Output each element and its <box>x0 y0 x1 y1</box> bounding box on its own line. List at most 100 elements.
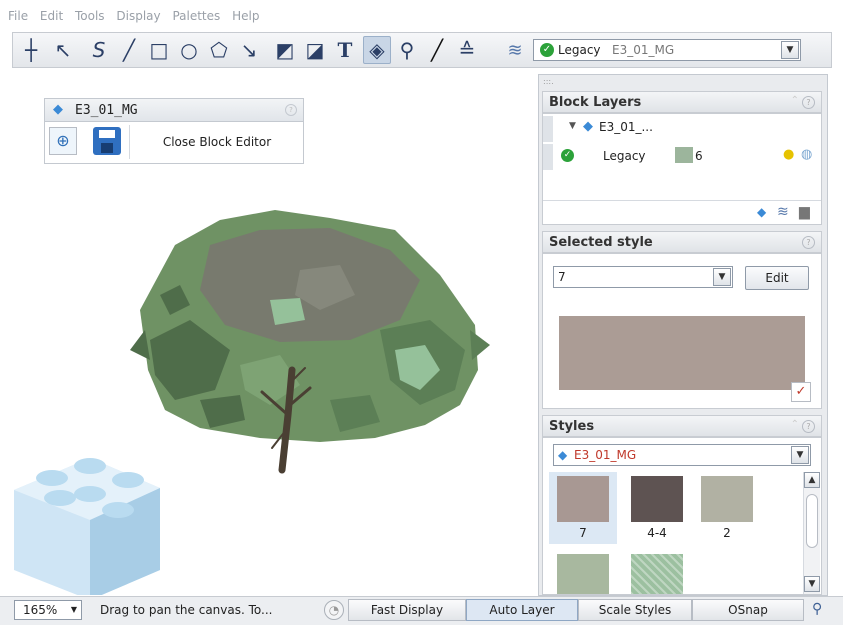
layer-icon[interactable]: ◆ <box>757 205 766 219</box>
crosshair-icon[interactable]: ┼ <box>17 36 45 64</box>
collapse-icon[interactable]: ⌃ <box>791 419 799 430</box>
styles-title: Styles <box>549 419 595 434</box>
brush-icon[interactable]: ╱ <box>423 36 451 64</box>
style-item[interactable]: 4-4 <box>623 472 691 544</box>
menu-edit[interactable]: Edit <box>40 9 63 23</box>
block-layers-footer: ◆ ≋ ▆ <box>543 200 821 225</box>
current-block-label: E3_01_MG <box>612 43 675 57</box>
chevron-down-icon[interactable]: ▼ <box>781 41 799 59</box>
save-icon-shutter <box>101 143 113 153</box>
layer-select[interactable]: ✓ Legacy E3_01_MG <box>533 39 801 61</box>
selected-style-title: Selected style <box>549 235 653 250</box>
ellipse-icon[interactable]: ○ <box>175 36 203 64</box>
fast-display-button[interactable]: Fast Display <box>348 599 466 621</box>
text-icon[interactable]: T <box>331 36 359 64</box>
expand-icon[interactable]: ▼ <box>569 121 576 131</box>
status-bar: 165% ▼ Drag to pan the canvas. To... ◔ F… <box>0 596 843 625</box>
style-item[interactable] <box>549 550 617 594</box>
menu-tools[interactable]: Tools <box>75 9 105 23</box>
tree-canopy <box>130 210 490 442</box>
style-select[interactable]: 7 <box>553 266 733 288</box>
line-icon[interactable]: ╱ <box>115 36 143 64</box>
layers-icon[interactable]: ≋ <box>501 36 529 64</box>
save-icon-label <box>99 130 115 138</box>
chevron-down-icon[interactable]: ▼ <box>791 446 809 464</box>
style-item[interactable] <box>623 550 691 594</box>
row-handle[interactable] <box>543 144 553 170</box>
select-arrow-icon[interactable]: ↖ <box>49 36 77 64</box>
style-library-select[interactable]: ◆ E3_01_MG <box>553 444 811 466</box>
save-icon[interactable] <box>93 127 121 155</box>
scroll-down-icon[interactable]: ▼ <box>804 576 820 592</box>
block-icon: ◆ <box>583 119 593 134</box>
polygon-icon[interactable]: ⬠ <box>205 36 233 64</box>
style-select-value: 7 <box>558 270 566 284</box>
block-tree-name[interactable]: E3_01_... <box>599 120 653 134</box>
chevron-down-icon[interactable]: ▼ <box>713 268 731 286</box>
pen-icon[interactable]: ↘ <box>235 36 263 64</box>
main-toolbar: ┼ ↖ S ╱ □ ○ ⬠ ↘ ◩ ◪ T ◈ ⚲ ╱ ≙ ≋ ✓ Legacy… <box>12 32 832 68</box>
menu-help[interactable]: Help <box>232 9 259 23</box>
style-swatch <box>631 554 683 594</box>
status-hint: Drag to pan the canvas. To... <box>100 603 273 617</box>
style-library-name: E3_01_MG <box>574 448 637 462</box>
set-origin-icon[interactable]: ⊕ <box>49 127 77 155</box>
bezier-curve-icon[interactable]: S <box>85 36 113 64</box>
menu-display[interactable]: Display <box>116 9 160 23</box>
rectangle-icon[interactable]: □ <box>145 36 173 64</box>
style-swatch <box>631 476 683 522</box>
help-icon[interactable]: ? <box>802 420 815 433</box>
style-dropper-icon[interactable]: ◪ <box>301 36 329 64</box>
panel-grip[interactable]: :::. <box>543 77 554 86</box>
style-swatch <box>557 476 609 522</box>
style-swatch <box>701 476 753 522</box>
close-block-editor-button[interactable]: Close Block Editor <box>129 125 304 159</box>
lock-icon[interactable]: ◍ <box>801 147 812 162</box>
trash-icon[interactable]: ▆ <box>799 204 810 220</box>
paint-bucket-icon[interactable]: ◩ <box>271 36 299 64</box>
layer-style-swatch[interactable] <box>675 147 693 163</box>
scroll-thumb[interactable] <box>806 494 818 548</box>
style-item[interactable]: 2 <box>693 472 761 544</box>
style-label: 2 <box>723 526 731 540</box>
style-item[interactable]: 7 <box>549 472 617 544</box>
auto-layer-button[interactable]: Auto Layer <box>466 599 578 621</box>
palettes-panel: :::. Block Layers ⌃ ? ▼ ◆ E3_01_... ✓ Le… <box>538 74 828 596</box>
layer-name[interactable]: Legacy <box>603 149 646 163</box>
align-icon[interactable]: ≙ <box>453 36 481 64</box>
check-icon[interactable]: ✓ <box>561 149 574 162</box>
block-mode-icon <box>14 458 160 595</box>
block-editor-title: E3_01_MG <box>75 103 138 118</box>
style-swatch <box>557 554 609 594</box>
menu-file[interactable]: File <box>8 9 28 23</box>
zoom-icon[interactable]: ⚲ <box>393 36 421 64</box>
collapse-icon[interactable]: ⌃ <box>791 95 799 106</box>
styles-header: Styles ⌃ ? <box>542 415 822 437</box>
apply-style-icon[interactable]: ✓ <box>791 382 811 402</box>
edit-style-button[interactable]: Edit <box>745 266 809 290</box>
zoom-select[interactable]: 165% ▼ <box>14 600 82 620</box>
scale-styles-button[interactable]: Scale Styles <box>578 599 692 621</box>
help-icon[interactable]: ? <box>285 104 297 116</box>
help-icon[interactable]: ? <box>802 96 815 109</box>
new-layer-icon[interactable]: ≋ <box>777 204 789 220</box>
style-label: 4-4 <box>647 526 667 540</box>
speed-icon[interactable]: ◔ <box>324 600 344 620</box>
block-editor-header: ◆ E3_01_MG ? <box>45 99 303 122</box>
selected-style-swatch <box>559 316 805 390</box>
block-layers-list: ▼ ◆ E3_01_... ✓ Legacy 6 ● ◍ ◆ ≋ ▆ <box>542 113 822 225</box>
selected-style-header: Selected style ? <box>542 231 822 253</box>
row-handle[interactable] <box>543 116 553 142</box>
lightbulb-icon[interactable]: ● <box>783 147 794 162</box>
osnap-button[interactable]: OSnap <box>692 599 804 621</box>
block-icon: ◆ <box>558 448 568 462</box>
eraser-icon[interactable]: ◈ <box>363 36 391 64</box>
scroll-up-icon[interactable]: ▲ <box>804 472 820 488</box>
help-icon[interactable]: ? <box>802 236 815 249</box>
menu-palettes[interactable]: Palettes <box>172 9 220 23</box>
check-icon: ✓ <box>540 43 554 57</box>
block-layers-title: Block Layers <box>549 95 642 110</box>
styles-scrollbar[interactable]: ▲ ▼ <box>803 472 820 594</box>
magnet-icon[interactable]: ⚲ <box>812 601 822 617</box>
selected-style-body: 7 ▼ Edit ✓ <box>542 253 822 409</box>
